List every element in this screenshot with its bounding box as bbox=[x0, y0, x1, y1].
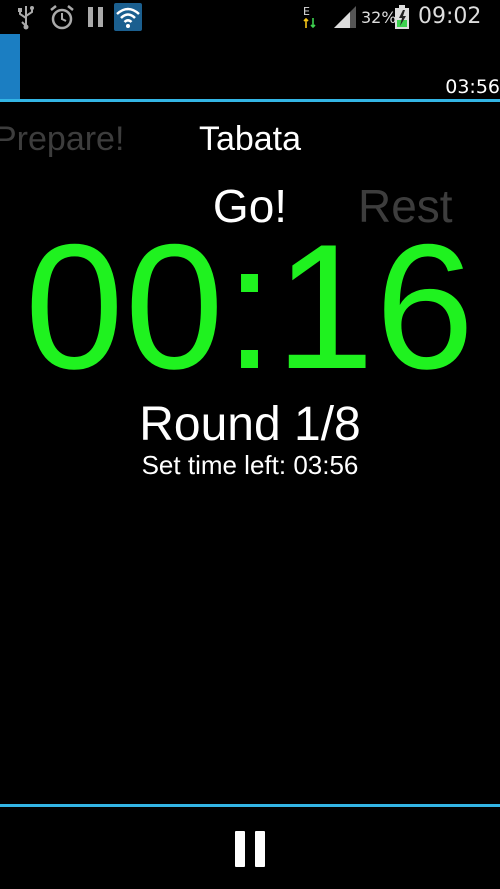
alarm-icon bbox=[50, 5, 74, 30]
set-progress-bar: 03:56 bbox=[0, 34, 500, 102]
status-clock: 09:02 bbox=[418, 4, 482, 29]
bottom-divider bbox=[0, 804, 500, 807]
edge-data-icon: E bbox=[303, 5, 316, 29]
set-time-left: Set time left: 03:56 bbox=[141, 450, 359, 480]
status-bar: E 32% 09:02 bbox=[0, 0, 500, 34]
progress-time-left: 03:56 bbox=[445, 76, 500, 98]
round-counter: Round 1/8 bbox=[139, 398, 361, 451]
pause-icon bbox=[235, 831, 245, 867]
battery-charging-icon bbox=[395, 5, 409, 29]
usb-icon bbox=[18, 6, 34, 30]
set-progress-fill bbox=[0, 34, 20, 100]
battery-percent: 32% bbox=[361, 8, 397, 27]
wifi-icon bbox=[114, 3, 142, 31]
pause-icon bbox=[88, 7, 103, 27]
app-screen: E 32% 09:02 03:56 Prepare! Tabata Go! Re… bbox=[0, 0, 500, 889]
progress-divider bbox=[0, 99, 500, 102]
network-type-label: E bbox=[303, 5, 310, 18]
workout-name: Tabata bbox=[198, 120, 302, 158]
signal-icon bbox=[334, 6, 356, 28]
pause-button[interactable] bbox=[210, 820, 290, 878]
pause-icon-bar bbox=[255, 831, 265, 867]
countdown-timer: 00:16 bbox=[24, 207, 476, 406]
